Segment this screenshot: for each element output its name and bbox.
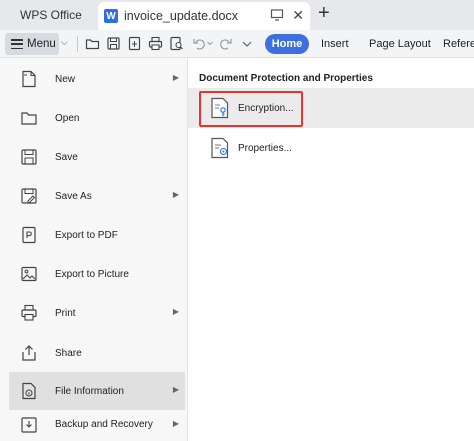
highlight-box <box>199 91 303 127</box>
menu-button-label: Menu <box>27 38 56 50</box>
menu-item-print[interactable]: Print ▶ <box>9 294 185 332</box>
submenu-arrow-icon: ▶ <box>172 385 179 394</box>
menu-item-new[interactable]: New ▶ <box>9 60 185 98</box>
menu-item-label: Save As <box>55 190 92 202</box>
section-title: Document Protection and Properties <box>199 73 373 84</box>
properties-label: Properties... <box>238 142 292 154</box>
properties-doc-icon <box>210 137 230 159</box>
toolbar-divider <box>77 36 78 52</box>
toolbar-more-icon[interactable] <box>240 36 254 51</box>
tab-insert[interactable]: Insert <box>321 38 349 50</box>
quick-toolbar: Menu ⌵ Home Insert Page Layout Referen <box>0 30 474 58</box>
menu-item-label: Share <box>55 347 82 359</box>
menu-button[interactable]: Menu <box>5 33 59 55</box>
undo-icon[interactable] <box>192 36 207 51</box>
monitor-icon[interactable] <box>270 8 284 22</box>
export-pdf-icon[interactable] <box>127 36 142 51</box>
new-tab-button[interactable]: + <box>318 2 330 25</box>
menu-item-label: Export to PDF <box>55 229 118 241</box>
menu-item-share[interactable]: Share <box>9 334 185 372</box>
info-icon <box>19 381 39 401</box>
menu-item-label: Export to Picture <box>55 268 129 280</box>
submenu-arrow-icon: ▶ <box>172 190 179 199</box>
share-icon <box>19 343 39 363</box>
tab-document-title: invoice_update.docx <box>124 9 238 23</box>
menu-item-label: Backup and Recovery <box>55 419 153 430</box>
title-tab-bar: WPS Office W invoice_update.docx ✕ + <box>0 0 474 30</box>
tab-page-layout[interactable]: Page Layout <box>369 38 431 50</box>
tab-references[interactable]: Referen <box>443 38 474 50</box>
print-icon <box>19 303 39 323</box>
submenu-arrow-icon: ▶ <box>172 419 179 428</box>
backup-icon <box>19 415 39 435</box>
tab-wps-office-label: WPS Office <box>20 8 82 22</box>
print-icon[interactable] <box>148 36 163 51</box>
chevron-down-icon[interactable]: ⌵ <box>61 37 68 48</box>
properties-item[interactable]: Properties... <box>210 137 292 159</box>
new-doc-icon <box>19 69 39 89</box>
file-information-panel: Document Protection and Properties Encry… <box>188 58 474 441</box>
folder-icon <box>19 108 39 128</box>
menu-item-label: New <box>55 73 76 85</box>
menu-item-label: Open <box>55 112 80 124</box>
picture-icon <box>19 264 39 284</box>
hamburger-icon <box>11 39 23 49</box>
menu-item-export-pdf[interactable]: Export to PDF <box>9 216 185 254</box>
menu-item-label: Print <box>55 307 76 319</box>
tab-home[interactable]: Home <box>265 34 309 54</box>
pdf-icon <box>19 225 39 245</box>
menu-item-save[interactable]: Save <box>9 138 185 176</box>
menu-item-label: File Information <box>55 385 124 397</box>
open-folder-icon[interactable] <box>85 36 100 51</box>
tab-document[interactable]: W invoice_update.docx ✕ <box>98 2 310 30</box>
menu-item-label: Save <box>55 151 78 163</box>
menu-item-export-picture[interactable]: Export to Picture <box>9 255 185 293</box>
submenu-arrow-icon: ▶ <box>172 73 179 82</box>
close-tab-icon[interactable]: ✕ <box>292 7 304 24</box>
menu-item-save-as[interactable]: Save As ▶ <box>9 177 185 215</box>
print-preview-icon[interactable] <box>169 36 184 51</box>
menu-item-backup-recovery[interactable]: Backup and Recovery ▶ <box>9 411 185 441</box>
menu-item-file-information[interactable]: File Information ▶ <box>9 372 185 410</box>
tab-wps-office[interactable]: WPS Office <box>0 0 92 30</box>
undo-dropdown-icon[interactable] <box>206 36 214 51</box>
save-as-icon <box>19 186 39 206</box>
redo-icon[interactable] <box>218 36 233 51</box>
save-icon <box>19 147 39 167</box>
save-icon[interactable] <box>106 36 121 51</box>
writer-doc-icon: W <box>104 9 118 23</box>
menu-item-open[interactable]: Open <box>9 99 185 137</box>
submenu-arrow-icon: ▶ <box>172 307 179 316</box>
